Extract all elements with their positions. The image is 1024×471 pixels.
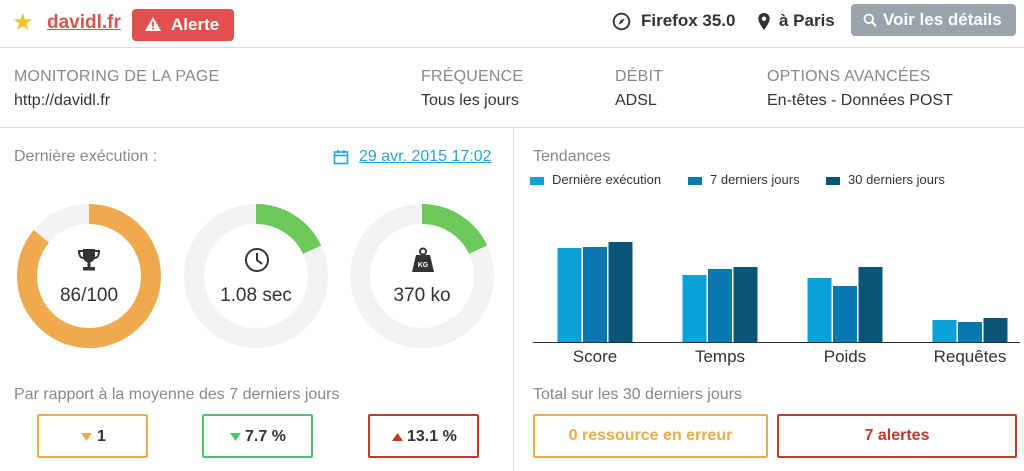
legend-label: 7 derniers jours xyxy=(710,172,800,187)
legend-label: Dernière exécution xyxy=(552,172,662,187)
arrow-down-icon xyxy=(230,433,241,441)
score-value: 86/100 xyxy=(59,285,119,306)
favorite-star-icon[interactable]: ★ xyxy=(12,9,34,37)
bar-temps-0 xyxy=(682,275,707,342)
info-options-value: En-têtes - Données POST xyxy=(767,92,953,109)
score-gauge-ring xyxy=(17,204,161,348)
bar-score-0 xyxy=(557,248,582,342)
weight-value: 370 ko xyxy=(393,285,451,306)
legend-swatch xyxy=(826,177,840,185)
total-label: Total sur les 30 derniers jours xyxy=(533,386,742,403)
bar-poids-2 xyxy=(858,267,883,342)
header: ★ davidl.fr Alerte Firefox 35.0 à Paris … xyxy=(0,0,1024,48)
compass-icon xyxy=(612,12,631,31)
score-comparison-value: 1 xyxy=(97,428,106,445)
load-time-comparison: 7.7 % xyxy=(202,414,313,458)
weight-comparison-value: 13.1 % xyxy=(407,428,457,445)
legend-swatch xyxy=(530,177,544,185)
bar-requêtes-0 xyxy=(932,320,957,342)
info-page: MONITORING DE LA PAGE http://davidl.fr xyxy=(14,68,219,110)
weight-gauge: KG 370 ko xyxy=(349,203,495,349)
trends-bar-chart: Score Temps Poids Requêtes xyxy=(533,242,1020,366)
arrow-up-icon xyxy=(392,433,403,441)
bar-score-2 xyxy=(608,242,633,342)
x-tick-label: Score xyxy=(573,347,617,366)
info-options-key: OPTIONS AVANCÉES xyxy=(767,68,931,85)
trends-title: Tendances xyxy=(533,148,611,165)
load-time-gauge-ring xyxy=(184,204,328,348)
last-execution-label: Dernière exécution : xyxy=(14,148,158,165)
legend-swatch xyxy=(688,177,702,185)
bar-poids-1 xyxy=(833,286,857,342)
map-pin-icon xyxy=(758,12,770,31)
weight-icon: KG xyxy=(412,247,434,272)
info-bandwidth-key: DÉBIT xyxy=(615,68,664,85)
view-details-button[interactable]: Voir les détails xyxy=(851,4,1016,36)
execution-date: 29 avr. 2015 17:02 xyxy=(359,148,492,165)
bar-temps-1 xyxy=(708,269,732,342)
weight-icon-text: KG xyxy=(418,262,429,269)
arrow-down-icon xyxy=(81,433,92,441)
monitoring-info: MONITORING DE LA PAGE http://davidl.fr F… xyxy=(0,48,1024,128)
view-details-label: Voir les détails xyxy=(883,10,1002,29)
trophy-icon xyxy=(77,249,101,271)
info-page-key: MONITORING DE LA PAGE xyxy=(14,68,220,85)
location-label: à Paris xyxy=(779,11,835,30)
score-comparison: 1 xyxy=(37,414,148,458)
x-tick-label: Requêtes xyxy=(934,347,1007,366)
browser-label: Firefox 35.0 xyxy=(641,11,736,30)
weight-comparison: 13.1 % xyxy=(368,414,479,458)
bar-requêtes-2 xyxy=(983,318,1008,342)
load-time-value: 1.08 sec xyxy=(220,285,292,306)
info-page-value: http://davidl.fr xyxy=(14,92,111,109)
search-icon xyxy=(863,13,877,27)
warning-icon xyxy=(145,17,161,31)
site-link[interactable]: davidl.fr xyxy=(47,12,121,34)
bar-requêtes-1 xyxy=(958,322,982,342)
last-execution-panel: Dernière exécution : 29 avr. 2015 17:02 … xyxy=(0,128,514,471)
weight-gauge-ring xyxy=(350,204,494,348)
x-tick-label: Temps xyxy=(695,347,745,366)
info-bandwidth: DÉBIT ADSL xyxy=(615,68,663,110)
alert-badge: Alerte xyxy=(132,9,234,41)
score-gauge: 86/100 xyxy=(16,203,162,349)
info-frequency: FRÉQUENCE Tous les jours xyxy=(421,68,523,110)
info-bandwidth-value: ADSL xyxy=(615,92,657,109)
load-time-gauge: 1.08 sec xyxy=(183,203,329,349)
bar-poids-0 xyxy=(807,278,832,342)
bar-temps-2 xyxy=(733,267,758,342)
trends-panel: Tendances Dernière exécution 7 derniers … xyxy=(515,128,1024,471)
info-frequency-value: Tous les jours xyxy=(421,92,519,109)
alert-label: Alerte xyxy=(171,15,220,34)
info-options: OPTIONS AVANCÉES En-têtes - Données POST xyxy=(767,68,953,110)
clock-icon xyxy=(245,248,269,272)
comparison-label: Par rapport à la moyenne des 7 derniers … xyxy=(14,386,340,403)
x-tick-label: Poids xyxy=(824,347,867,366)
info-frequency-key: FRÉQUENCE xyxy=(421,68,524,85)
bar-score-1 xyxy=(583,247,607,342)
alerts-total[interactable]: 7 alertes xyxy=(777,414,1017,458)
errors-total[interactable]: 0 ressource en erreur xyxy=(533,414,768,458)
calendar-icon xyxy=(333,150,349,165)
legend-label: 30 derniers jours xyxy=(848,172,945,187)
load-time-comparison-value: 7.7 % xyxy=(245,428,286,445)
